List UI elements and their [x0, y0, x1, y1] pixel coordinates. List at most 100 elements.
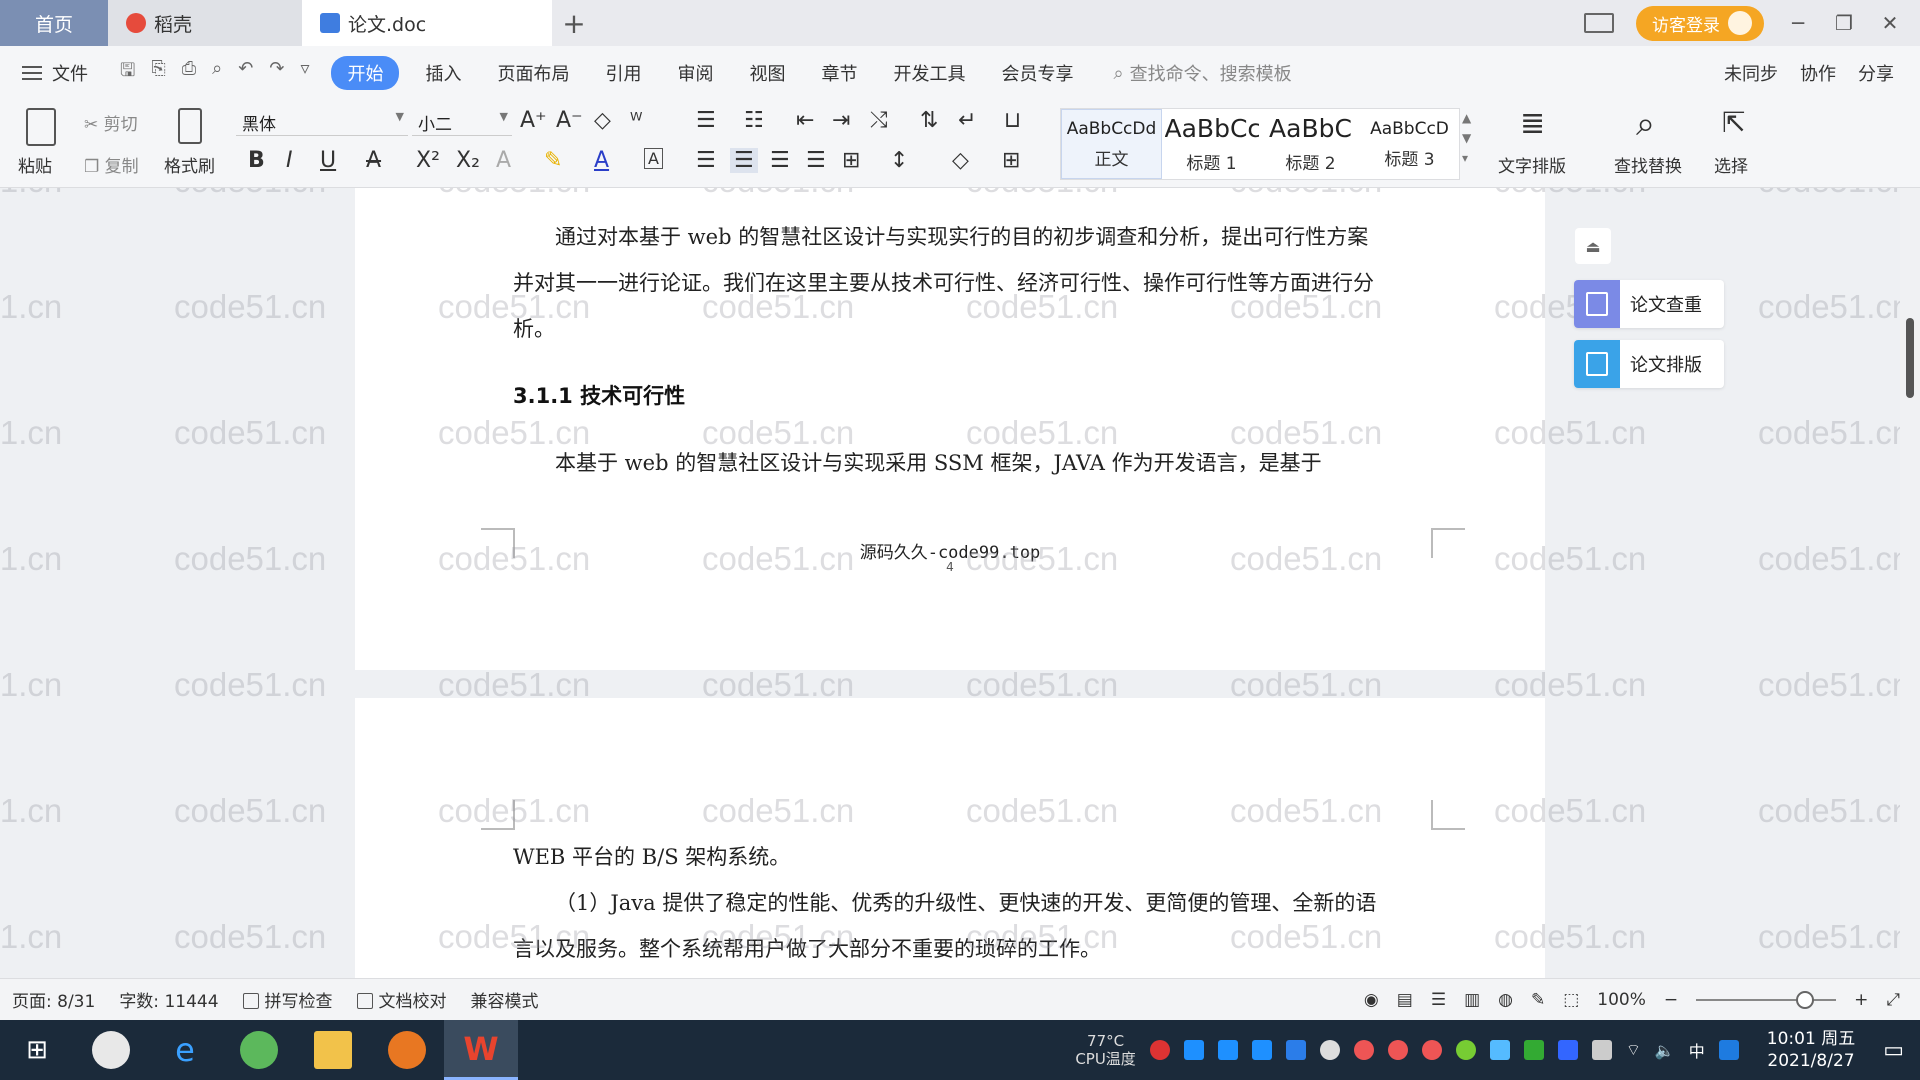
tray-app-icon[interactable]	[1217, 1040, 1238, 1060]
word-count[interactable]: 字数: 11444	[107, 987, 230, 1012]
taskbar-app-settings[interactable]	[74, 1020, 148, 1080]
format-painter-button[interactable]: 格式刷	[164, 152, 215, 177]
tab-home[interactable]: 首页	[0, 0, 108, 46]
export-icon[interactable]: ⎘	[151, 58, 165, 88]
select-button[interactable]: 选择	[1714, 152, 1748, 177]
command-search[interactable]: ⌕ 查找命令、搜索模板	[1113, 60, 1291, 86]
vertical-scrollbar[interactable]	[1900, 188, 1920, 978]
paste-button[interactable]: 粘贴	[18, 152, 52, 177]
menu-tab-insert[interactable]: 插入	[407, 60, 479, 86]
text-effect-button[interactable]: A	[496, 148, 511, 173]
shading-icon[interactable]: ◇	[952, 148, 969, 173]
taskbar-app-ie[interactable]: e	[148, 1020, 222, 1080]
find-replace-icon[interactable]: ⌕	[1636, 104, 1655, 144]
wifi-icon[interactable]: ⌔	[1626, 1040, 1641, 1060]
style-heading-2[interactable]: AaBbC 标题 2	[1261, 109, 1360, 179]
style-gallery-scroll[interactable]: ▲ ▼ ▾	[1462, 108, 1471, 168]
text-layout-button[interactable]: 文字排版	[1498, 152, 1566, 177]
print-icon[interactable]: ⎙	[182, 58, 196, 88]
share-button[interactable]: 分享	[1858, 60, 1894, 86]
volume-icon[interactable]: 🔈	[1655, 1041, 1675, 1060]
tray-app-icon[interactable]	[1183, 1040, 1204, 1060]
page-view-icon[interactable]: ▤	[1397, 990, 1413, 1010]
zoom-out-button[interactable]: −	[1664, 990, 1678, 1010]
write-mode-icon[interactable]: ✎	[1531, 990, 1545, 1010]
find-replace-button[interactable]: 查找替换	[1614, 152, 1682, 177]
select-cursor-icon[interactable]: ⇱	[1722, 106, 1745, 139]
notification-icon[interactable]: ▭	[1883, 1038, 1904, 1063]
pinyin-icon[interactable]: ᵂ	[630, 108, 642, 132]
minimize-button[interactable]: ─	[1786, 11, 1810, 35]
bluetooth-icon[interactable]	[1557, 1040, 1578, 1060]
style-heading-1[interactable]: AaBbCc 标题 1	[1162, 109, 1261, 179]
cpu-temp-widget[interactable]: 77°C CPU温度	[1075, 1032, 1136, 1068]
increase-indent-icon[interactable]: ⇥	[832, 108, 850, 133]
menu-tab-chapter[interactable]: 章节	[803, 60, 875, 86]
menu-tab-view[interactable]: 视图	[731, 60, 803, 86]
style-normal[interactable]: AaBbCcDd 正文	[1061, 109, 1162, 179]
tray-app-icon[interactable]	[1455, 1040, 1476, 1060]
align-center-icon[interactable]: ☰	[730, 148, 758, 173]
taskbar-app-wps[interactable]: W	[444, 1020, 518, 1080]
subscript-button[interactable]: X₂	[456, 148, 480, 173]
qq-icon[interactable]	[1718, 1040, 1739, 1060]
tray-app-icon[interactable]	[1489, 1040, 1510, 1060]
window-layout-icon[interactable]	[1584, 13, 1614, 33]
menu-tab-member[interactable]: 会员专享	[983, 60, 1091, 86]
superscript-button[interactable]: X²	[416, 148, 440, 173]
redo-icon[interactable]: ↷	[269, 58, 284, 88]
zoom-level[interactable]: 100%	[1597, 990, 1646, 1010]
shrink-font-icon[interactable]: A⁻	[556, 108, 583, 133]
tray-app-icon[interactable]	[1353, 1040, 1374, 1060]
fullscreen-icon[interactable]: ⤢	[1886, 990, 1900, 1010]
taskbar-app-explorer[interactable]	[296, 1020, 370, 1080]
print-preview-icon[interactable]: ⌕	[212, 58, 222, 88]
new-tab-button[interactable]: +	[552, 0, 596, 46]
battery-icon[interactable]	[1591, 1040, 1612, 1060]
taskbar-app-media[interactable]	[370, 1020, 444, 1080]
style-heading-3[interactable]: AaBbCcD 标题 3	[1360, 109, 1459, 179]
spell-check-button[interactable]: 拼写检查	[231, 987, 345, 1012]
numbered-list-icon[interactable]: ☷	[744, 108, 764, 133]
save-icon[interactable]: 🖫	[120, 58, 135, 88]
distributed-icon[interactable]: ⊞	[842, 148, 860, 173]
document-page[interactable]: 通过对本基于 web 的智慧社区设计与实现实行的目的初步调查和分析，提出可行性方…	[355, 188, 1545, 670]
copy-button[interactable]: ❐ 复制	[84, 152, 139, 177]
grow-font-icon[interactable]: A⁺	[520, 108, 547, 133]
visitor-login-button[interactable]: 访客登录	[1636, 5, 1764, 41]
undo-icon[interactable]: ↶	[238, 58, 253, 88]
zoom-slider-knob[interactable]	[1796, 990, 1815, 1009]
zoom-in-button[interactable]: +	[1854, 990, 1868, 1010]
tray-app-icon[interactable]	[1387, 1040, 1408, 1060]
web-view-icon[interactable]: ◍	[1498, 990, 1513, 1010]
menu-tab-review[interactable]: 审阅	[659, 60, 731, 86]
tray-app-icon[interactable]	[1149, 1040, 1170, 1060]
menu-file[interactable]: 文件	[0, 60, 106, 86]
taskbar-app-browser[interactable]	[222, 1020, 296, 1080]
text-layout-icon[interactable]: ≣	[1520, 106, 1545, 141]
collaborate-button[interactable]: 协作	[1800, 60, 1836, 86]
scrollbar-thumb[interactable]	[1906, 318, 1914, 398]
ime-indicator[interactable]: 中	[1689, 1038, 1705, 1062]
tab-document[interactable]: 论文.doc	[302, 0, 552, 46]
cut-button[interactable]: ✂ 剪切	[84, 110, 138, 135]
collapse-panel-icon[interactable]: ⏏	[1575, 228, 1611, 264]
outline-view-icon[interactable]: ☰	[1431, 990, 1446, 1010]
thesis-layout-button[interactable]: 论文排版	[1574, 340, 1724, 388]
decrease-indent-icon[interactable]: ⇤	[796, 108, 814, 133]
sync-status-button[interactable]: 未同步	[1724, 60, 1778, 86]
chinese-layout-icon[interactable]: ⤭	[870, 108, 888, 133]
show-marks-icon[interactable]: ↵	[958, 108, 976, 133]
bell-icon[interactable]	[1319, 1040, 1340, 1060]
sort-icon[interactable]: ⇅	[920, 108, 938, 133]
strikethrough-button[interactable]: A	[366, 148, 381, 173]
tray-app-icon[interactable]	[1421, 1040, 1442, 1060]
nvidia-icon[interactable]	[1523, 1040, 1544, 1060]
reading-view-icon[interactable]: ▥	[1464, 990, 1480, 1010]
borders-icon[interactable]: ⊞	[1002, 148, 1020, 173]
tray-app-icon[interactable]	[1251, 1040, 1272, 1060]
format-painter-icon[interactable]	[178, 108, 202, 144]
page-indicator[interactable]: 页面: 8/31	[0, 987, 107, 1012]
menu-tab-start[interactable]: 开始	[331, 56, 400, 90]
tab-ruler-icon[interactable]: ⊔	[1004, 108, 1021, 133]
